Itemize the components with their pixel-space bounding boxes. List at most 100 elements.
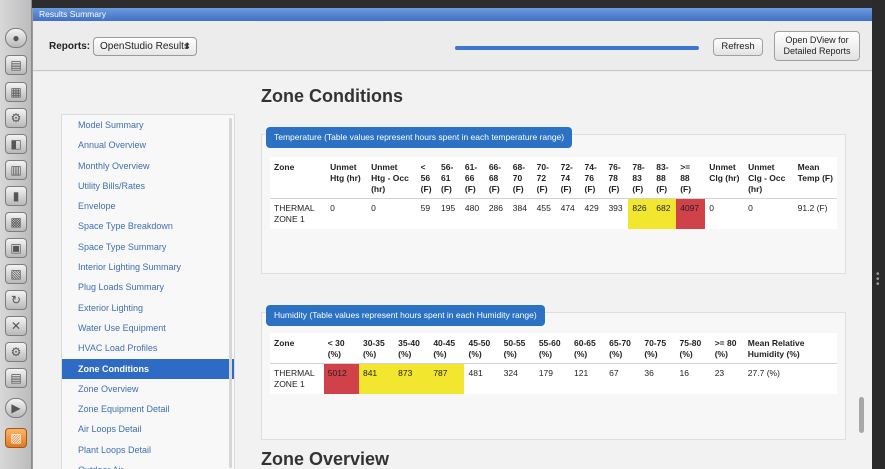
refresh-button[interactable]: Refresh xyxy=(713,38,763,56)
nav-item[interactable]: Envelope xyxy=(62,196,234,216)
column-header: Mean Temp (F) xyxy=(793,157,837,199)
nav-scrollbar[interactable] xyxy=(229,118,232,468)
chart-icon[interactable]: ▩ xyxy=(5,212,27,232)
nav-item[interactable]: Monthly Overview xyxy=(62,156,234,176)
page-title: Zone Conditions xyxy=(261,86,403,106)
column-header: 60-65 (%) xyxy=(570,333,606,364)
nav-item[interactable]: Plant Loops Detail xyxy=(62,440,234,460)
nav-item[interactable]: Plug Loads Summary xyxy=(62,277,234,297)
table-cell: 67 xyxy=(609,368,619,378)
nav-item[interactable]: Interior Lighting Summary xyxy=(62,257,234,277)
table-cell: 179 xyxy=(538,368,554,378)
table-cell: 0 xyxy=(709,203,714,213)
results-icon[interactable]: ▨ xyxy=(5,428,27,448)
content-scrollbar[interactable] xyxy=(859,397,864,433)
table-cell: 4097 xyxy=(676,198,706,229)
nav-item[interactable]: Zone Overview xyxy=(62,379,234,399)
table-cell: 384 xyxy=(512,203,527,213)
column-header: 45-50 (%) xyxy=(464,333,500,364)
grid-icon[interactable]: ▦ xyxy=(5,82,27,102)
column-header: < 56 (F) xyxy=(416,157,437,199)
gear-icon[interactable]: ⚙ xyxy=(5,108,27,128)
nav-item[interactable]: HVAC Load Profiles xyxy=(62,338,234,358)
humidity-panel-title: Humidity (Table values represent hours s… xyxy=(266,305,545,326)
column-header: >= 88 (F) xyxy=(676,157,706,199)
column-header: 55-60 (%) xyxy=(534,333,570,364)
nav-item[interactable]: Outdoor Air xyxy=(62,460,234,469)
settings-icon[interactable]: ⚙ xyxy=(5,342,27,362)
book-icon[interactable]: ▤ xyxy=(5,55,27,75)
column-header: 68-70 (F) xyxy=(508,157,533,199)
table-cell: THERMAL ZONE 1 xyxy=(274,368,315,389)
table-cell: 121 xyxy=(574,368,589,378)
nav-item[interactable]: Zone Conditions xyxy=(62,358,234,379)
column-header: Unmet Htg (hr) xyxy=(326,157,368,199)
nav-item[interactable]: Zone Equipment Detail xyxy=(62,399,234,419)
column-header: 40-45 (%) xyxy=(429,333,465,364)
column-header: Unmet Htg - Occ (hr) xyxy=(367,157,417,199)
nav-item[interactable]: Space Type Breakdown xyxy=(62,216,234,236)
table-cell: 0 xyxy=(748,203,753,213)
report-icon[interactable]: ▤ xyxy=(5,368,27,388)
table-cell: THERMAL ZONE 1 xyxy=(274,203,315,224)
open-dview-button[interactable]: Open DView for Detailed Reports xyxy=(774,31,860,61)
table-cell: 195 xyxy=(440,203,456,213)
column-header: 65-70 (%) xyxy=(605,333,641,364)
reports-toolbar: Reports: OpenStudio Results ⬍ Refresh Op… xyxy=(33,21,873,71)
column-header: Zone xyxy=(270,157,327,199)
table-cell: 36 xyxy=(644,368,654,378)
results-window: Results Summary Reports: OpenStudio Resu… xyxy=(32,8,873,469)
column-header: 83-88 (F) xyxy=(652,157,677,199)
table-header-row: Zone Unmet Htg (hr) Unmet Htg - Occ (hr) < … xyxy=(270,157,837,199)
column-header: 70-75 (%) xyxy=(640,333,676,364)
reports-label: Reports: xyxy=(49,41,91,52)
nav-item[interactable]: Utility Bills/Rates xyxy=(62,176,234,196)
circle-icon[interactable]: ● xyxy=(5,28,27,48)
table-cell: 91.2 (F) xyxy=(797,203,828,213)
table-cell: 481 xyxy=(468,368,483,378)
table-row: THERMAL ZONE 1 5012 841 873 787 481 324 179 121 6… xyxy=(270,363,837,394)
table-cell: 16 xyxy=(679,368,689,378)
nav-item[interactable]: Annual Overview xyxy=(62,135,234,155)
table-cell: 474 xyxy=(560,203,575,213)
nav-item[interactable]: Water Use Equipment xyxy=(62,318,234,338)
window-title: Results Summary xyxy=(33,8,872,21)
nav-item[interactable]: Space Type Summary xyxy=(62,237,234,257)
reports-select[interactable]: OpenStudio Results ⬍ xyxy=(93,37,197,56)
column-header: 66-68 (F) xyxy=(484,157,509,199)
thermal-icon[interactable]: ▧ xyxy=(5,264,27,284)
table-cell: 286 xyxy=(488,203,504,213)
more-icon[interactable]: • • • xyxy=(876,270,880,290)
table-cell: 393 xyxy=(608,203,623,213)
table-cell: 480 xyxy=(464,203,480,213)
column-header: 78-83 (F) xyxy=(628,157,653,199)
column-header: Mean Relative Humidity (%) xyxy=(743,333,837,364)
play-icon[interactable]: ▶ xyxy=(5,398,27,418)
building-icon[interactable]: ▮ xyxy=(5,186,27,206)
column-header: 75-80 (%) xyxy=(675,333,711,364)
temperature-table: Zone Unmet Htg (hr) Unmet Htg - Occ (hr) < … xyxy=(270,157,837,229)
column-header: < 30 (%) xyxy=(323,333,359,364)
tool-strip: ● ▤ ▦ ⚙ ◧ ▥ ▮ ▩ ▣ ▧ ↻ ✕ ⚙ ▤ ▶ ▨ xyxy=(0,0,32,469)
space-icon[interactable]: ▣ xyxy=(5,238,27,258)
table-cell: 826 xyxy=(628,198,653,229)
column-header: 30-35 (%) xyxy=(358,333,395,364)
nav-item[interactable]: Air Loops Detail xyxy=(62,419,234,439)
table-cell: 324 xyxy=(503,368,518,378)
column-header: Unmet Clg - Occ (hr) xyxy=(744,157,794,199)
table-cell: 841 xyxy=(358,363,395,394)
nav-item[interactable]: Exterior Lighting xyxy=(62,298,234,318)
table-cell: 429 xyxy=(584,203,599,213)
nav-item[interactable]: Model Summary xyxy=(62,115,234,135)
schedule-icon[interactable]: ▥ xyxy=(5,160,27,180)
loop-icon[interactable]: ↻ xyxy=(5,290,27,310)
table-cell: 0 xyxy=(330,203,335,213)
layers-icon[interactable]: ◧ xyxy=(5,134,27,154)
temperature-panel: Temperature (Table values represent hour… xyxy=(261,127,846,274)
table-cell: 455 xyxy=(536,203,551,213)
window-edge xyxy=(872,0,885,469)
tools-icon[interactable]: ✕ xyxy=(5,316,27,336)
humidity-table: Zone < 30 (%) 30-35 (%) 35-40 (%) 40-45 (%) 4… xyxy=(270,333,837,394)
column-header: 50-55 (%) xyxy=(499,333,535,364)
table-cell: 59 xyxy=(420,203,431,213)
